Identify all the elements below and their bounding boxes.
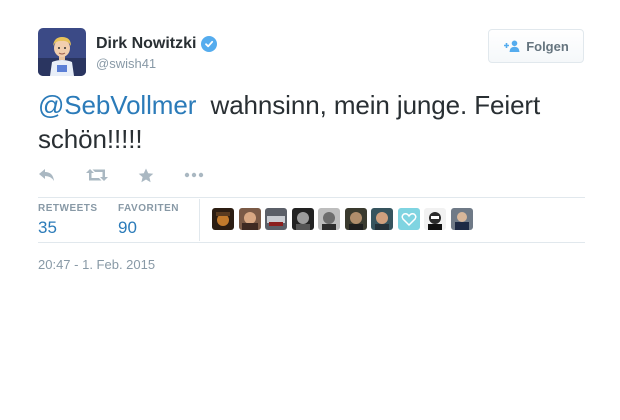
favoriter-avatar[interactable] <box>291 208 314 230</box>
retweets-label: RETWEETS <box>38 203 98 214</box>
favoriter-avatar[interactable] <box>450 208 473 230</box>
avatar-image <box>38 28 86 76</box>
follow-button[interactable]: Folgen <box>488 29 584 63</box>
favoriters-avatar-list <box>212 208 477 230</box>
stats-bottom-divider <box>38 242 585 243</box>
stats-vertical-divider <box>199 199 200 241</box>
favoriter-avatar[interactable] <box>238 208 261 230</box>
stats-top-divider <box>38 197 585 198</box>
verified-badge-icon <box>201 36 218 52</box>
favoriter-avatar[interactable] <box>344 208 367 230</box>
tweet-mention-link[interactable]: @SebVollmer <box>38 90 196 120</box>
favorites-stat[interactable]: FAVORITEN 90 <box>118 203 179 238</box>
retweets-stat[interactable]: RETWEETS 35 <box>38 203 98 238</box>
favorites-count[interactable]: 90 <box>118 218 179 238</box>
default-favoriter-heart-icon[interactable] <box>397 208 420 230</box>
user-name-row[interactable]: Dirk Nowitzki <box>96 35 218 53</box>
display-name[interactable]: Dirk Nowitzki <box>96 35 196 53</box>
avatar[interactable] <box>38 28 86 76</box>
retweet-icon[interactable] <box>86 166 108 184</box>
favorite-star-icon[interactable] <box>138 166 154 184</box>
retweets-count[interactable]: 35 <box>38 218 98 238</box>
favorites-label: FAVORITEN <box>118 203 179 214</box>
reply-icon[interactable] <box>38 166 56 184</box>
tweet-timestamp[interactable]: 20:47 - 1. Feb. 2015 <box>38 257 155 272</box>
tweet-text: @SebVollmer wahnsinn, mein junge. Feiert… <box>38 88 598 156</box>
more-dots-icon[interactable] <box>184 166 204 184</box>
favoriter-avatar[interactable] <box>265 208 287 230</box>
follow-person-plus-icon <box>503 40 520 52</box>
favoriter-avatar[interactable] <box>371 208 393 230</box>
follow-button-label: Folgen <box>526 38 569 54</box>
user-handle[interactable]: @swish41 <box>96 56 156 71</box>
favoriter-avatar[interactable] <box>212 208 234 230</box>
tweet-actions <box>38 166 234 184</box>
favoriter-avatar[interactable] <box>318 208 340 230</box>
favoriter-avatar[interactable] <box>424 208 446 230</box>
